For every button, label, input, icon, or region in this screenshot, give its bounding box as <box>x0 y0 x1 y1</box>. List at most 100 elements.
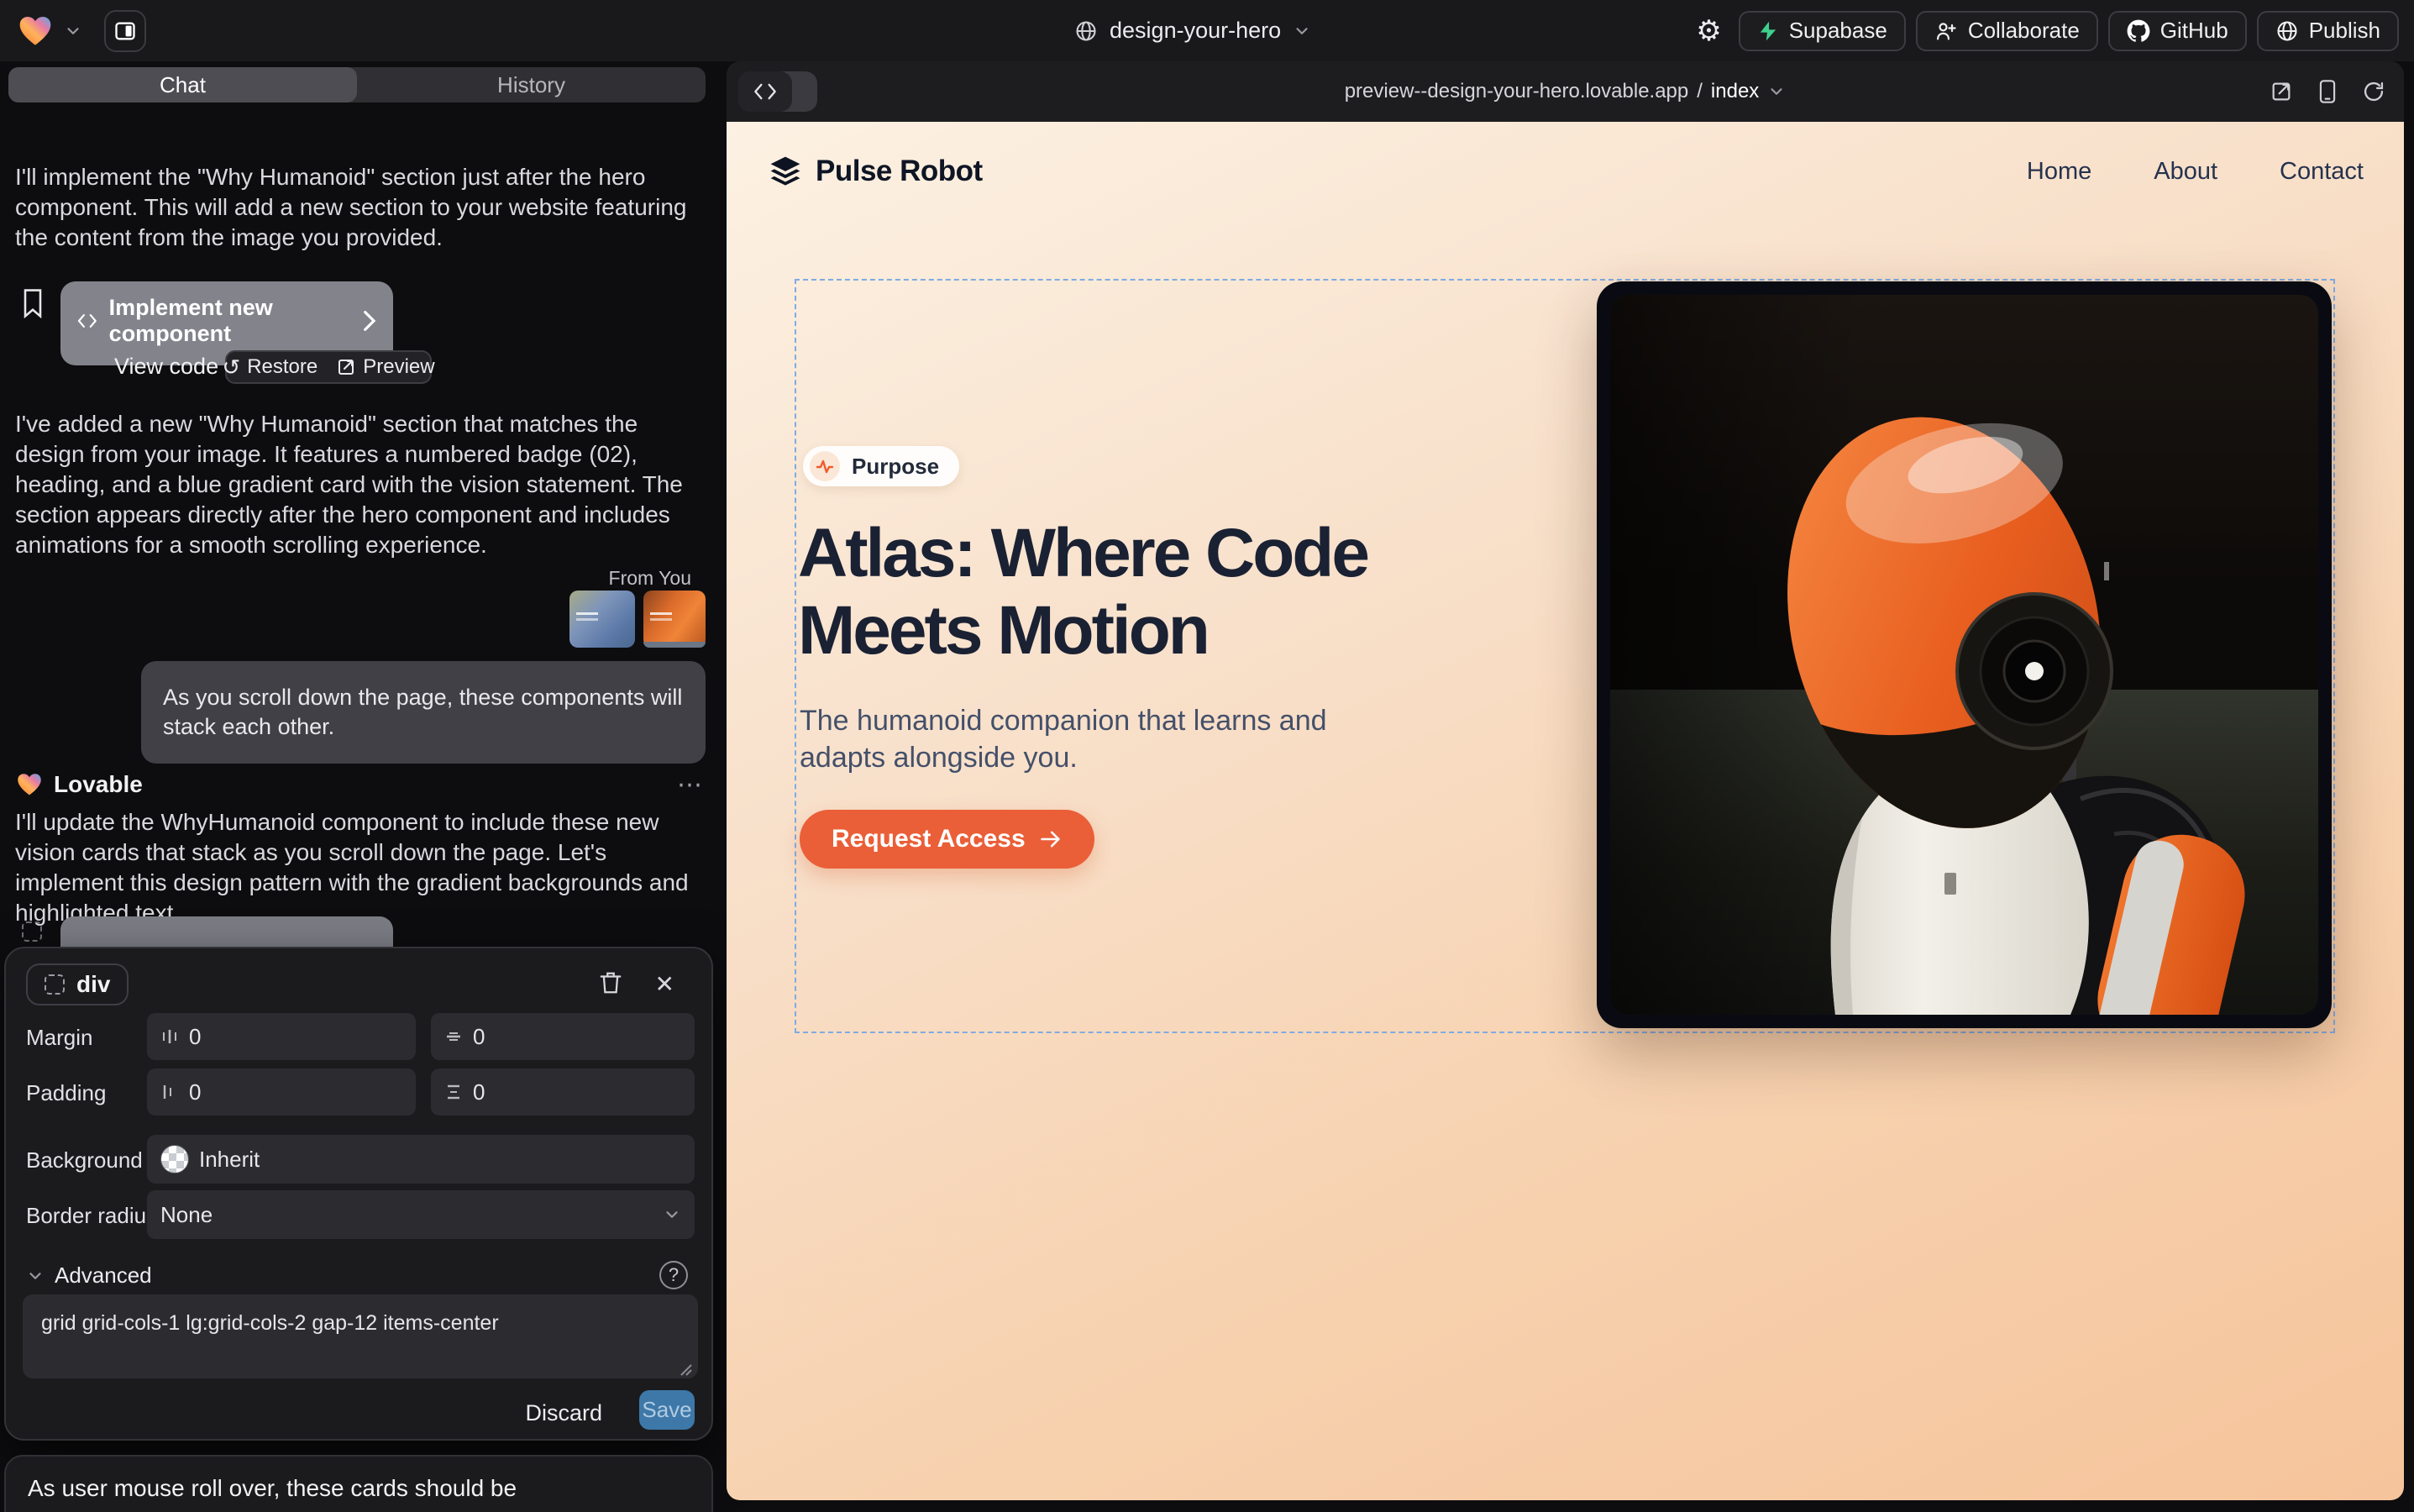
preview-window: preview--design-your-hero.lovable.app / … <box>727 61 2404 1500</box>
collaborate-button[interactable]: Collaborate <box>1916 11 2098 51</box>
robot-image <box>1610 295 2318 1015</box>
chevron-right-icon <box>363 310 376 332</box>
padding-horizontal-field[interactable] <box>147 1068 416 1116</box>
background-field[interactable]: Inherit <box>147 1135 695 1184</box>
element-inspector: div ✕ Margin Padding <box>4 947 713 1441</box>
site-brand[interactable]: Pulse Robot <box>767 153 983 190</box>
preview-button[interactable]: Preview <box>336 355 434 379</box>
site-canvas: Pulse Robot Home About Contact Purpose <box>727 122 2404 1500</box>
margin-vertical-input[interactable] <box>473 1024 681 1050</box>
request-access-button[interactable]: Request Access <box>800 810 1094 869</box>
code-icon <box>77 311 97 331</box>
hidden-component-card[interactable] <box>60 916 393 950</box>
gear-icon: ⚙ <box>1696 17 1721 45</box>
url-chevron-icon <box>1767 82 1786 101</box>
chat-composer: As user mouse roll over, these cards sho… <box>4 1455 713 1512</box>
preview-header: preview--design-your-hero.lovable.app / … <box>727 61 2404 122</box>
mobile-view-icon[interactable] <box>2317 79 2338 104</box>
site-nav: Pulse Robot Home About Contact <box>767 150 2364 192</box>
preview-url-bar[interactable]: preview--design-your-hero.lovable.app / … <box>727 61 2404 122</box>
margin-vertical-field[interactable] <box>431 1013 695 1060</box>
hidden-card-icon <box>22 921 42 942</box>
url-separator: / <box>1697 80 1703 103</box>
border-radius-select[interactable]: None <box>147 1190 695 1239</box>
selected-element-pill[interactable]: div <box>26 963 129 1005</box>
assistant-header: Lovable ⋯ <box>17 769 704 801</box>
margin-horizontal-input[interactable] <box>189 1024 402 1050</box>
chat-input[interactable]: As user mouse roll over, these cards sho… <box>28 1475 683 1512</box>
from-you-label: From You <box>609 567 691 590</box>
github-icon <box>2127 19 2150 43</box>
preview-label: Preview <box>363 355 434 379</box>
close-inspector-button[interactable]: ✕ <box>655 970 674 998</box>
github-label: GitHub <box>2160 18 2228 44</box>
nav-link-home[interactable]: Home <box>2027 158 2091 186</box>
margin-horizontal-field[interactable] <box>147 1013 416 1060</box>
more-options-icon[interactable]: ⋯ <box>677 770 704 800</box>
delete-element-button[interactable] <box>599 970 622 1000</box>
thumbnail-footer-bar <box>643 642 706 648</box>
refresh-icon[interactable] <box>2362 80 2385 103</box>
layers-icon <box>767 153 804 190</box>
advanced-chevron-icon <box>26 1267 45 1285</box>
nav-link-contact[interactable]: Contact <box>2280 158 2364 186</box>
help-icon[interactable]: ? <box>659 1261 688 1289</box>
project-name: design-your-hero <box>1110 18 1281 44</box>
lovable-app: design-your-hero ⚙ Supabase Collaborate … <box>0 0 2414 1512</box>
preview-url: preview--design-your-hero.lovable.app <box>1345 80 1689 103</box>
open-in-new-tab-icon[interactable] <box>2270 80 2293 103</box>
save-button[interactable]: Save <box>639 1390 695 1430</box>
lovable-heart-icon <box>17 773 42 796</box>
sidebar-panel-icon <box>113 19 137 43</box>
purpose-badge-label: Purpose <box>852 454 939 480</box>
assistant-message-3: I'll update the WhyHumanoid component to… <box>15 807 702 928</box>
padding-horizontal-input[interactable] <box>189 1079 402 1105</box>
component-card-header: Implement new component <box>77 295 376 347</box>
selected-element-tag: div <box>76 971 110 998</box>
attachment-thumbnail-orange[interactable] <box>643 591 706 648</box>
padding-vertical-input[interactable] <box>473 1079 681 1105</box>
tab-chat[interactable]: Chat <box>8 67 357 102</box>
pulse-icon-circle <box>810 451 840 481</box>
external-link-icon <box>336 357 356 377</box>
margin-vertical-icon <box>444 1027 463 1046</box>
restore-button[interactable]: ↺ Restore <box>222 355 317 379</box>
publish-label: Publish <box>2309 18 2380 44</box>
attachment-thumbnail-blue[interactable] <box>569 591 635 648</box>
publish-button[interactable]: Publish <box>2257 11 2399 51</box>
supabase-icon <box>1757 20 1779 42</box>
topbar-actions: ⚙ Supabase Collaborate GitHub <box>1689 0 2399 61</box>
collaborate-label: Collaborate <box>1968 18 2080 44</box>
bookmark-icon[interactable] <box>22 288 44 323</box>
border-radius-label: Border radius <box>26 1203 157 1229</box>
robot-image-card <box>1597 281 2332 1028</box>
preview-path: index <box>1711 80 1759 103</box>
github-button[interactable]: GitHub <box>2108 11 2247 51</box>
site-brand-label: Pulse Robot <box>816 155 983 188</box>
supabase-button[interactable]: Supabase <box>1739 11 1906 51</box>
chat-tabbar: Chat History <box>8 67 706 102</box>
request-access-label: Request Access <box>832 825 1026 853</box>
lovable-logo-icon[interactable] <box>18 15 52 47</box>
project-switcher[interactable]: design-your-hero <box>1074 0 1311 61</box>
site-nav-links: Home About Contact <box>2027 158 2364 186</box>
nav-link-about[interactable]: About <box>2154 158 2217 186</box>
tab-history[interactable]: History <box>357 67 706 102</box>
publish-globe-icon <box>2275 19 2299 43</box>
project-chevron-down-icon <box>1293 22 1311 40</box>
padding-label: Padding <box>26 1080 106 1106</box>
select-chevron-icon <box>663 1205 681 1224</box>
discard-button[interactable]: Discard <box>525 1400 602 1426</box>
project-menu-chevron-icon[interactable] <box>64 22 82 40</box>
topbar: design-your-hero ⚙ Supabase Collaborate … <box>0 0 2414 61</box>
sidebar-toggle-button[interactable] <box>104 10 146 52</box>
pulse-icon <box>815 456 835 476</box>
padding-vertical-field[interactable] <box>431 1068 695 1116</box>
advanced-toggle[interactable]: Advanced <box>26 1263 152 1289</box>
hero-heading-line1: Atlas: Where Code <box>798 515 1367 591</box>
globe-icon <box>1074 19 1098 43</box>
advanced-classes-textarea[interactable]: grid grid-cols-1 lg:grid-cols-2 gap-12 i… <box>23 1294 698 1378</box>
settings-button[interactable]: ⚙ <box>1689 11 1728 51</box>
assistant-message-1: I'll implement the "Why Humanoid" sectio… <box>15 162 697 253</box>
hero-heading-line2: Meets Motion <box>798 592 1208 669</box>
